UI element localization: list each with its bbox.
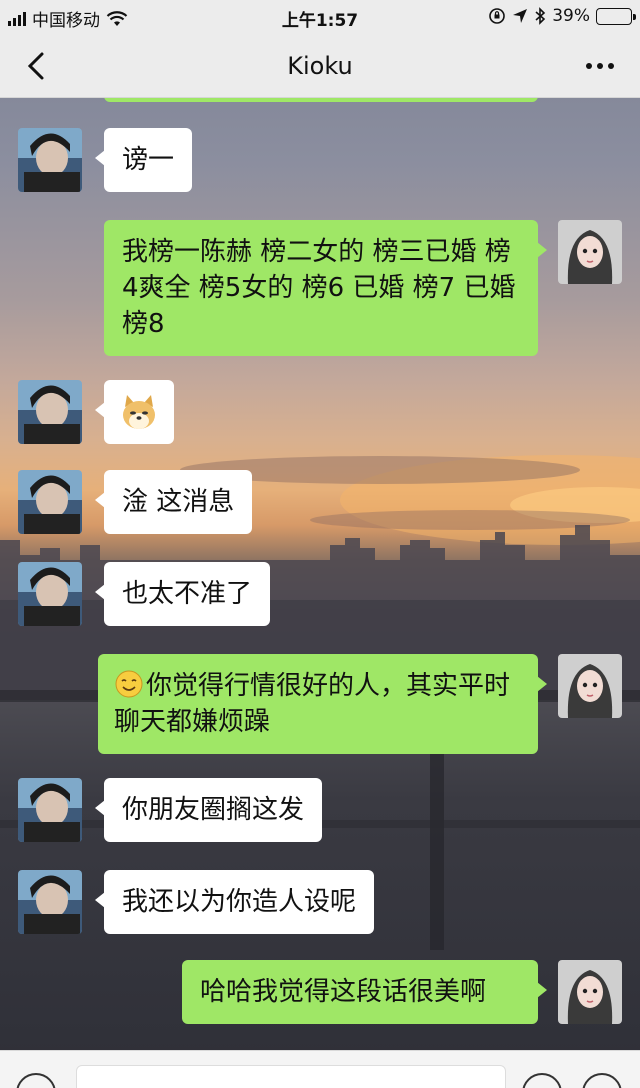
message-input[interactable] bbox=[76, 1065, 506, 1088]
message-bubble[interactable]: 谤一 bbox=[94, 128, 193, 192]
contact-avatar[interactable] bbox=[18, 470, 82, 534]
orientation-lock-icon bbox=[489, 8, 506, 24]
chat-messages[interactable]: 谤一 我榜一陈赫 榜二女的 榜三已婚 榜4爽全 榜5女的 榜6 已婚 榜7 已婚… bbox=[0, 98, 640, 1050]
status-bar: 中国移动 上午1:57 39% bbox=[0, 0, 640, 34]
doge-emoji-icon bbox=[123, 395, 155, 429]
contact-avatar[interactable] bbox=[18, 380, 82, 444]
previous-message-bubble bbox=[104, 98, 538, 102]
smile-emoji-icon bbox=[115, 670, 143, 698]
voice-icon[interactable] bbox=[16, 1073, 56, 1088]
battery-icon bbox=[596, 7, 636, 25]
message-bubble[interactable]: 我还以为你造人设呢 bbox=[94, 870, 375, 934]
battery-percent: 39% bbox=[552, 6, 590, 26]
message-text: 你觉得行情很好的人，其实平时聊天都嫌烦躁 bbox=[114, 671, 511, 737]
message-bubble[interactable]: 你觉得行情很好的人，其实平时聊天都嫌烦躁 bbox=[98, 654, 547, 754]
contact-avatar[interactable] bbox=[18, 870, 82, 934]
plus-icon[interactable] bbox=[582, 1073, 622, 1088]
message-bubble[interactable]: 你朋友圈搁这发 bbox=[94, 778, 323, 842]
contact-avatar[interactable] bbox=[18, 128, 82, 192]
location-icon bbox=[513, 9, 528, 23]
contact-avatar[interactable] bbox=[18, 562, 82, 626]
sticker-message[interactable] bbox=[95, 380, 174, 444]
my-avatar[interactable] bbox=[558, 960, 622, 1024]
more-dots-icon[interactable] bbox=[582, 54, 618, 78]
message-bubble[interactable]: 淦 这消息 bbox=[94, 470, 253, 534]
emoji-icon[interactable] bbox=[522, 1073, 562, 1088]
my-avatar[interactable] bbox=[558, 220, 622, 284]
message-bubble[interactable]: 哈哈我觉得这段话很美啊 bbox=[182, 960, 547, 1024]
contact-avatar[interactable] bbox=[18, 778, 82, 842]
nav-bar: Kioku bbox=[0, 34, 640, 98]
bluetooth-icon bbox=[535, 7, 546, 25]
message-bubble[interactable]: 我榜一陈赫 榜二女的 榜三已婚 榜4爽全 榜5女的 榜6 已婚 榜7 已婚 榜8 bbox=[104, 220, 547, 356]
my-avatar[interactable] bbox=[558, 654, 622, 718]
message-bubble[interactable]: 也太不准了 bbox=[94, 562, 271, 626]
input-bar bbox=[0, 1050, 640, 1088]
chat-title: Kioku bbox=[287, 52, 353, 80]
